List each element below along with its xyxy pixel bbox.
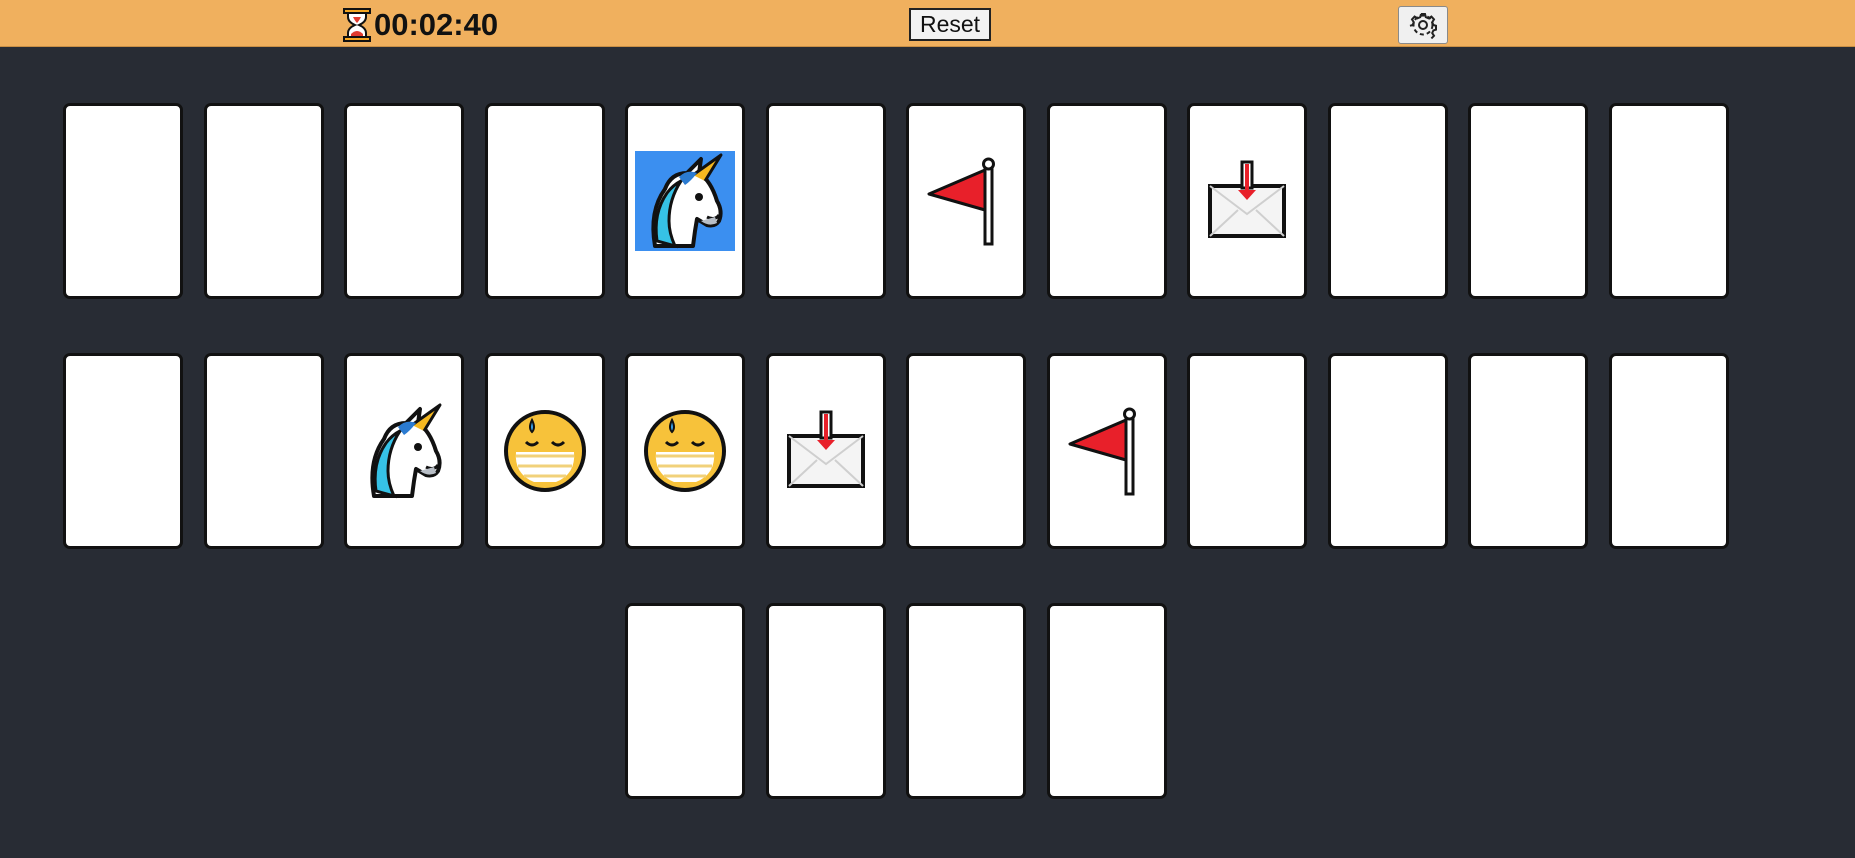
red-flag-icon: [1068, 407, 1136, 496]
card-hidden[interactable]: [906, 603, 1026, 799]
card-hidden[interactable]: [1468, 103, 1588, 299]
masked-face-icon: [504, 410, 586, 492]
card-hidden[interactable]: [63, 353, 183, 549]
unicorn-icon: [370, 403, 442, 499]
card-hidden[interactable]: [204, 353, 324, 549]
card-hidden[interactable]: [625, 603, 745, 799]
timer: 00:02:40: [342, 8, 498, 42]
card-hidden[interactable]: [906, 353, 1026, 549]
card-hidden[interactable]: [344, 103, 464, 299]
card-hidden[interactable]: [1609, 353, 1729, 549]
card-hidden[interactable]: [766, 103, 886, 299]
card-hidden[interactable]: [204, 103, 324, 299]
card-hidden[interactable]: [1609, 103, 1729, 299]
card-revealed[interactable]: [344, 353, 464, 549]
card-hidden[interactable]: [485, 103, 605, 299]
card-hidden[interactable]: [1328, 353, 1448, 549]
card-hidden[interactable]: [766, 603, 886, 799]
gear-icon: [1409, 13, 1437, 39]
inbox-envelope-icon: [1208, 160, 1286, 238]
card-revealed[interactable]: [1187, 103, 1307, 299]
card-hidden[interactable]: [1047, 603, 1167, 799]
card-revealed[interactable]: [625, 103, 745, 299]
card-revealed[interactable]: [766, 353, 886, 549]
hourglass-icon: [343, 8, 371, 42]
card-revealed[interactable]: [906, 103, 1026, 299]
top-bar: 00:02:40 Reset: [0, 0, 1855, 47]
card-revealed[interactable]: [1047, 353, 1167, 549]
masked-face-icon: [644, 410, 726, 492]
red-flag-icon: [927, 157, 995, 246]
timer-display: 00:02:40: [374, 7, 499, 42]
unicorn-icon: [635, 151, 735, 251]
settings-button[interactable]: [1398, 6, 1448, 44]
card-revealed[interactable]: [625, 353, 745, 549]
card-hidden[interactable]: [1328, 103, 1448, 299]
inbox-envelope-icon: [787, 410, 865, 488]
card-hidden[interactable]: [1047, 103, 1167, 299]
card-hidden[interactable]: [1468, 353, 1588, 549]
card-hidden[interactable]: [63, 103, 183, 299]
card-revealed[interactable]: [485, 353, 605, 549]
reset-button[interactable]: Reset: [909, 8, 991, 41]
card-hidden[interactable]: [1187, 353, 1307, 549]
